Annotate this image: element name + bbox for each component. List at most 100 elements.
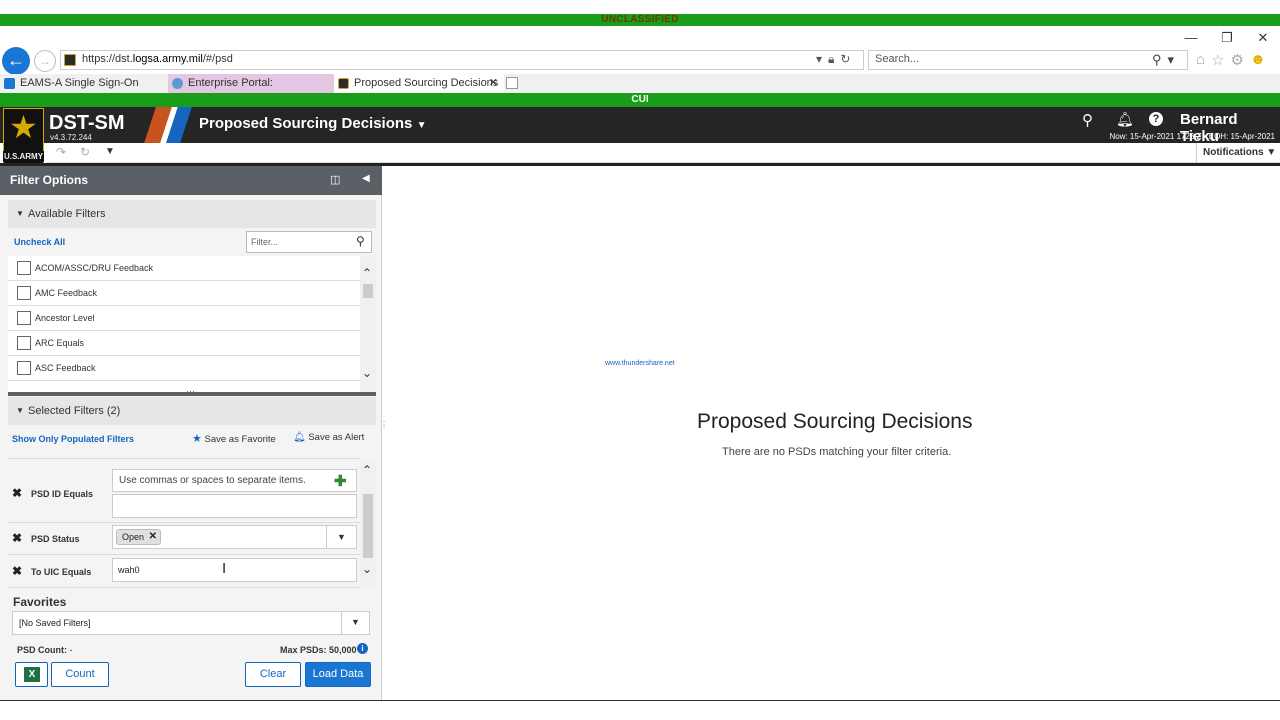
empty-state-message: There are no PSDs matching your filter c… — [722, 446, 952, 458]
filter-search-placeholder: Filter... — [251, 237, 279, 247]
page-title-dropdown[interactable]: Proposed Sourcing Decisions ▼ — [199, 115, 426, 132]
collapse-panel-icon[interactable]: ◀ — [362, 173, 370, 184]
clear-button[interactable]: Clear — [245, 662, 301, 687]
search-icon[interactable]: ⚲ — [1152, 52, 1162, 68]
psd-count: PSD Count: - — [17, 645, 73, 655]
status-bar — [0, 700, 1280, 720]
favorites-value: [No Saved Filters] — [19, 618, 91, 628]
caret-down-icon[interactable]: ▼ — [351, 617, 360, 627]
watermark: www.thundershare.net — [605, 360, 675, 367]
psd-status-label: PSD Status — [31, 534, 80, 544]
panel-splitter-icon[interactable]: ⋮ — [380, 420, 388, 429]
tab-proposed-sourcing-decisions[interactable]: Proposed Sourcing Decisions ✕ — [334, 74, 504, 93]
search-icon[interactable]: ⚲ — [356, 234, 365, 248]
settings-gear-icon[interactable]: ⚙ — [1231, 51, 1244, 69]
header-help-icon[interactable]: ? — [1149, 112, 1163, 126]
divider — [341, 611, 342, 635]
status-chip[interactable]: Open ✕ — [116, 529, 162, 545]
url-text: https://dst.logsa.army.mil/#/psd — [82, 53, 233, 65]
list-item[interactable]: ARC Equals — [8, 331, 360, 356]
redo-icon[interactable]: ↻ — [80, 145, 90, 159]
checkbox[interactable] — [17, 311, 31, 325]
army-star-icon: ★ — [9, 109, 38, 145]
chevron-up-icon[interactable]: ⌃ — [362, 266, 372, 280]
remove-filter-icon[interactable]: ✖ — [12, 531, 22, 545]
dropdown-icon[interactable]: ▾ — [816, 52, 822, 67]
divider — [8, 587, 360, 588]
browser-search-icons: ⚲ ▾ — [1152, 52, 1174, 68]
load-data-button[interactable]: Load Data — [305, 662, 371, 687]
divider — [8, 458, 360, 459]
filter-funnel-icon[interactable]: ▼ — [105, 146, 115, 157]
list-item[interactable]: AMC Feedback — [8, 281, 360, 306]
remove-filter-icon[interactable]: ✖ — [12, 486, 22, 500]
caret-down-icon[interactable]: ▼ — [337, 532, 346, 542]
remove-chip-icon[interactable]: ✕ — [149, 530, 157, 544]
to-uic-label: To UIC Equals — [31, 567, 92, 577]
divider — [8, 522, 360, 523]
browser-tools: ⌂ ☆ ⚙ ☻ — [1196, 51, 1266, 69]
available-filters-header[interactable]: ▼ Available Filters — [8, 200, 376, 228]
checkbox[interactable] — [17, 261, 31, 275]
checkbox[interactable] — [17, 286, 31, 300]
favorites-star-icon[interactable]: ☆ — [1211, 51, 1224, 69]
browser-search-placeholder: Search... — [875, 53, 920, 65]
tab-enterprise-portal[interactable]: Enterprise Portal: — [168, 74, 334, 93]
to-uic-input[interactable] — [112, 558, 357, 582]
chevron-down-icon[interactable]: ▾ — [1168, 52, 1175, 68]
add-item-icon[interactable]: ✚ — [334, 472, 347, 490]
psd-id-label: PSD ID Equals — [31, 489, 94, 499]
undo-icon[interactable]: ↷ — [56, 145, 66, 159]
save-as-favorite-button[interactable]: ★ Save as Favorite — [192, 432, 276, 445]
lock-icon: 🔒︎ — [828, 52, 835, 66]
tab-eams-sso[interactable]: EAMS-A Single Sign-On — [0, 74, 168, 93]
close-window-icon[interactable]: ✕ — [1254, 30, 1272, 48]
restore-icon[interactable]: ❐ — [1218, 30, 1236, 48]
list-item[interactable]: Ancestor Level — [8, 306, 360, 331]
cui-banner: CUI — [0, 93, 1280, 107]
grip-icon[interactable]: ⋯ — [186, 386, 195, 397]
toolbar — [46, 143, 1280, 163]
excel-icon: X — [24, 667, 40, 682]
new-tab-button[interactable] — [506, 77, 518, 89]
selected-filters-header[interactable]: ▼ Selected Filters (2) — [8, 397, 376, 425]
forward-button[interactable]: → — [34, 50, 56, 72]
list-item[interactable]: ACOM/ASSC/DRU Feedback — [8, 256, 360, 281]
checkbox[interactable] — [17, 361, 31, 375]
main-title: Proposed Sourcing Decisions — [697, 410, 973, 433]
favorites-title: Favorites — [13, 595, 67, 609]
show-only-populated-link[interactable]: Show Only Populated Filters — [12, 434, 134, 444]
chevron-up-icon[interactable]: ⌃ — [362, 463, 372, 477]
caret-down-icon: ▼ — [416, 120, 427, 131]
header-bell-icon[interactable]: 🔔︎ — [1116, 111, 1134, 128]
count-button[interactable]: Count — [51, 662, 109, 687]
save-as-alert-button[interactable]: 🔔︎ Save as Alert — [293, 432, 364, 443]
list-item[interactable]: ASC Feedback — [8, 356, 360, 381]
star-icon: ★ — [192, 433, 202, 445]
scrollbar-thumb[interactable] — [363, 494, 373, 558]
popout-icon[interactable]: ◫ — [330, 173, 340, 186]
caret-down-icon: ▼ — [1266, 147, 1277, 158]
psd-id-placeholder: Use commas or spaces to separate items. — [119, 475, 306, 486]
close-tab-icon[interactable]: ✕ — [489, 74, 498, 93]
export-excel-button[interactable]: X — [15, 662, 48, 687]
info-icon[interactable]: i — [357, 643, 368, 654]
notifications-dropdown[interactable]: Notifications ▼ — [1196, 143, 1280, 163]
back-button[interactable]: ← — [2, 47, 30, 75]
remove-filter-icon[interactable]: ✖ — [12, 564, 22, 578]
feedback-smiley-icon[interactable]: ☻ — [1250, 51, 1266, 69]
psd-id-items-box[interactable] — [112, 494, 357, 518]
tab-favicon-icon — [172, 78, 183, 89]
header-search-icon[interactable]: ⚲ — [1082, 111, 1093, 129]
tab-favicon-icon — [338, 78, 349, 89]
scrollbar-thumb[interactable] — [363, 284, 373, 298]
uncheck-all-link[interactable]: Uncheck All — [14, 237, 65, 247]
minimize-icon[interactable]: — — [1182, 30, 1200, 48]
army-logo-text: U.S.ARMY — [3, 151, 44, 162]
home-icon[interactable]: ⌂ — [1196, 51, 1205, 69]
chevron-down-icon[interactable]: ⌄ — [362, 366, 372, 380]
checkbox[interactable] — [17, 336, 31, 350]
text-cursor-icon: I — [222, 560, 227, 577]
chevron-down-icon[interactable]: ⌄ — [362, 562, 372, 576]
refresh-icon[interactable]: ↻ — [840, 52, 850, 67]
